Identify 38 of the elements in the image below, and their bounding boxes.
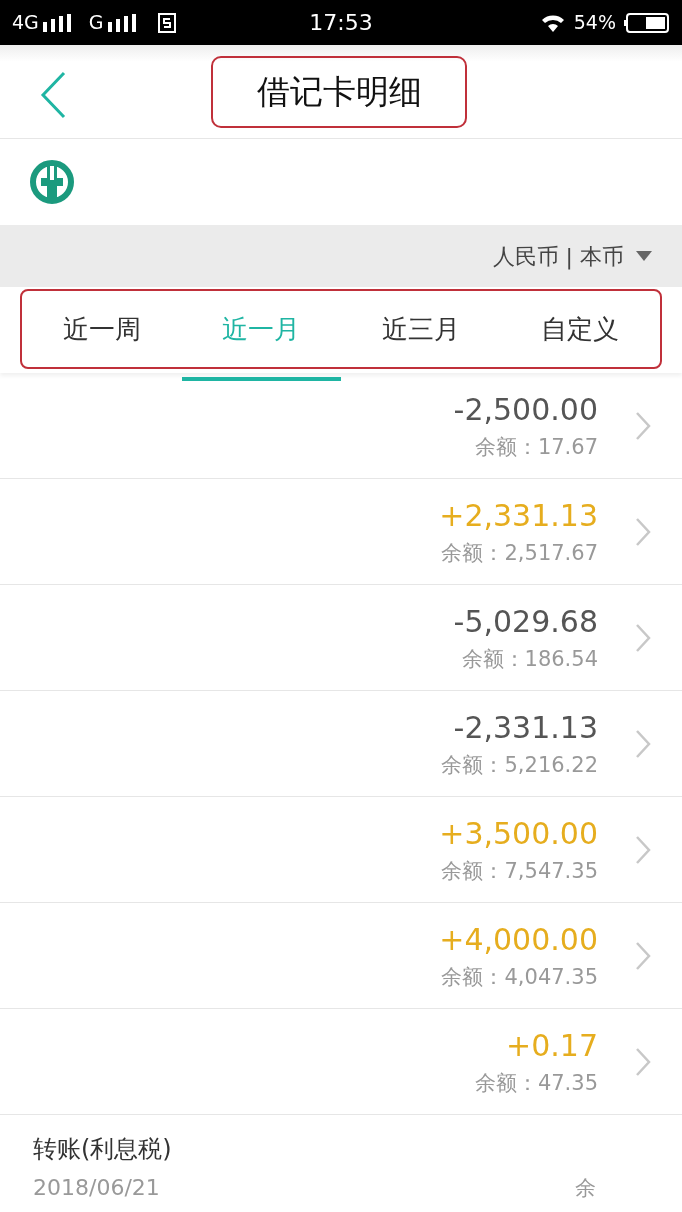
balance-text: 余 — [575, 1174, 596, 1202]
balance-text: 余额：5,216.22 — [441, 752, 598, 780]
transaction-amount: +3,500.00 — [439, 815, 598, 854]
balance-text: 余额：7,547.35 — [441, 858, 598, 886]
transaction-amount: +2,331.13 — [439, 497, 598, 536]
network-label: 4G — [12, 10, 39, 36]
battery-icon — [624, 12, 670, 33]
page-title: 借记卡明细 — [256, 70, 422, 113]
balance-text: 余额：2,517.67 — [441, 540, 598, 568]
transaction-amount: -5,029.68 — [453, 603, 598, 642]
clock: 17:53 — [308, 9, 374, 37]
chevron-right-icon — [634, 410, 652, 441]
transaction-amount: -2,500.00 — [453, 391, 598, 430]
transaction-title: 转账(利息税) — [33, 1134, 173, 1165]
chevron-right-icon — [634, 1046, 652, 1077]
balance-text: 余额：186.54 — [461, 646, 598, 674]
dropdown-caret-icon[interactable] — [636, 251, 652, 261]
chevron-right-icon — [634, 728, 652, 759]
bank-logo-icon — [30, 160, 74, 204]
balance-text: 余额：47.35 — [474, 1070, 598, 1098]
transaction-amount: +4,000.00 — [439, 921, 598, 960]
transaction-row[interactable]: -5,029.68 余额：186.54 — [0, 585, 682, 691]
chevron-right-icon — [634, 940, 652, 971]
battery-percent: 54% — [573, 10, 616, 36]
transaction-row[interactable]: -2,500.00 余额：17.67 — [0, 373, 682, 479]
transaction-date: 2018/06/21 — [33, 1174, 161, 1202]
balance-text: 余额：4,047.35 — [441, 964, 598, 992]
chevron-right-icon — [634, 622, 652, 653]
back-icon[interactable] — [40, 71, 66, 119]
sim-icon — [157, 12, 176, 33]
chevron-right-icon — [634, 516, 652, 547]
balance-text: 余额：17.67 — [474, 434, 598, 462]
currency-selector[interactable]: 人民币 | 本币 — [492, 240, 624, 273]
transaction-amount: +0.17 — [506, 1027, 598, 1066]
network-label: G — [88, 10, 104, 36]
transaction-amount: -2,331.13 — [453, 709, 598, 748]
transaction-row[interactable]: -2,331.13 余额：5,216.22 — [0, 691, 682, 797]
chevron-right-icon — [634, 834, 652, 865]
